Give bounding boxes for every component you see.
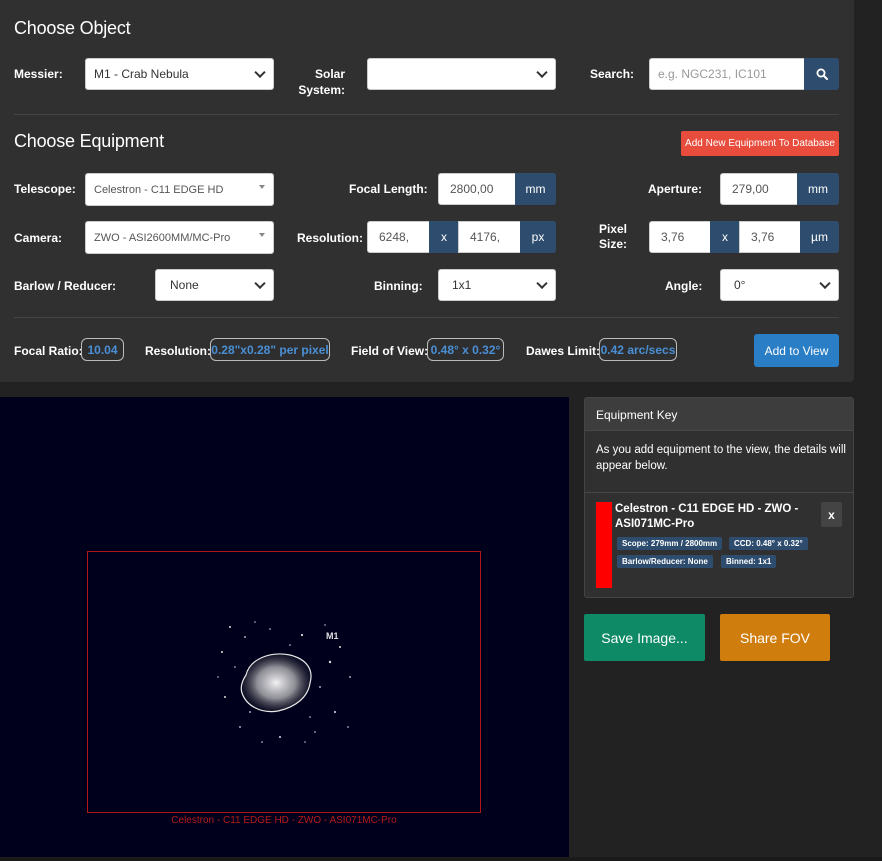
resolution-x-value: 6248, [379,230,410,244]
pixel-size-x-input[interactable]: 3,76 [649,221,711,253]
search-input[interactable]: e.g. NGC231, IC101 [649,58,805,90]
solar-label-line2: System: [298,83,345,97]
equipment-key-description: As you add equipment to the view, the de… [596,444,846,472]
angle-select[interactable]: 0° [720,269,839,301]
search-placeholder: e.g. NGC231, IC101 [658,67,767,81]
choose-equipment-title: Choose Equipment [14,131,164,151]
choose-object-title: Choose Object [14,18,131,38]
angle-label: Angle: [665,279,703,293]
add-to-view-button[interactable]: Add to View [754,334,839,367]
binning-label: Binning: [374,279,423,293]
focal-ratio-label: Focal Ratio: [14,344,83,358]
resolution-y-value: 4176, [470,230,501,244]
equipment-key-divider [585,492,853,493]
pixel-size-unit: µm [800,221,839,253]
aperture-value: 279,00 [732,182,769,196]
fov-label: Field of View: [351,344,429,358]
barlow-select[interactable]: None [155,269,274,301]
telescope-label: Telescope: [14,182,76,196]
resolution-label: Resolution: [297,231,363,245]
search-label: Search: [590,67,635,81]
aperture-input[interactable]: 279,00 [720,173,798,205]
pixel-size-label: Pixel Size: [585,222,627,252]
messier-select-value: M1 - Crab Nebula [94,67,189,81]
aperture-unit: mm [797,173,839,205]
binning-select[interactable]: 1x1 [438,269,556,301]
messier-select[interactable]: M1 - Crab Nebula [85,58,274,90]
remove-equipment-button[interactable]: x [821,502,842,527]
search-button[interactable] [804,58,839,90]
scope-badge: Scope: 279mm / 2800mm [617,537,723,550]
fov-caption: Celestron - C11 EDGE HD - ZWO - ASI071MC… [171,815,397,826]
barlow-badge: Barlow/Reducer: None [617,555,713,568]
equipment-color-swatch [596,502,612,588]
angle-select-value: 0° [734,278,746,292]
equipment-key-header: Equipment Key [585,398,853,431]
binned-badge: Binned: 1x1 [721,555,777,568]
camera-select-value: ZWO - ASI2600MM/MC-Pro [94,231,231,244]
section-divider-2 [14,317,839,318]
telescope-select[interactable]: Celestron - C11 EDGE HD [85,173,274,206]
page-bottom-bar [0,857,882,861]
search-icon [816,68,828,80]
solar-label-line1: Solar [314,67,345,81]
section-divider [14,114,839,115]
share-fov-button[interactable]: Share FOV [720,614,830,661]
result-resolution-label: Resolution: [145,344,211,358]
telescope-select-value: Celestron - C11 EDGE HD [94,183,224,196]
pixel-size-label-line1: Pixel [598,222,627,236]
equipment-item-name: Celestron - C11 EDGE HD - ZWO - ASI071MC… [615,503,799,530]
resolution-separator: x [429,221,459,253]
focal-length-label: Focal Length: [349,182,428,196]
ccd-badge: CCD: 0.48° x 0.32° [729,537,808,550]
camera-select[interactable]: ZWO - ASI2600MM/MC-Pro [85,221,274,254]
equipment-key-panel: Equipment Key As you add equipment to th… [584,397,854,598]
resolution-unit: px [520,221,556,253]
barlow-select-value: None [170,278,199,292]
focal-ratio-badge: 10.04 [81,338,124,361]
pixel-size-x-value: 3,76 [661,230,685,244]
add-new-equipment-button[interactable]: Add New Equipment To Database [681,131,839,156]
pixel-size-separator: x [710,221,740,253]
pixel-size-y-input[interactable]: 3,76 [739,221,801,253]
resolution-y-input[interactable]: 4176, [458,221,521,253]
fov-frame[interactable] [87,551,481,813]
focal-length-input[interactable]: 2800,00 [438,173,516,205]
settings-panel: Choose Object Messier: M1 - Crab Nebula … [0,0,854,382]
aperture-label: Aperture: [648,182,703,196]
dawes-limit-badge: 0.42 arc/secs [599,338,677,361]
messier-label: Messier: [14,67,63,81]
pixel-size-label-line2: Size: [598,237,627,251]
binning-select-value: 1x1 [452,278,472,292]
solar-system-select[interactable] [367,58,556,90]
resolution-x-input[interactable]: 6248, [367,221,430,253]
resolution-badge: 0.28"x0.28" per pixel [210,338,330,361]
barlow-label: Barlow / Reducer: [14,279,117,293]
fov-badge: 0.48° x 0.32° [427,338,504,361]
fov-viewer[interactable]: M1 Celestron - C11 EDGE HD - ZWO - ASI07… [0,397,569,857]
dawes-limit-label: Dawes Limit: [526,344,601,358]
pixel-size-y-value: 3,76 [751,230,775,244]
solar-system-label: Solar System: [290,66,345,98]
save-image-button[interactable]: Save Image... [584,614,705,661]
camera-label: Camera: [14,231,63,245]
focal-length-value: 2800,00 [450,182,494,196]
focal-length-unit: mm [515,173,556,205]
